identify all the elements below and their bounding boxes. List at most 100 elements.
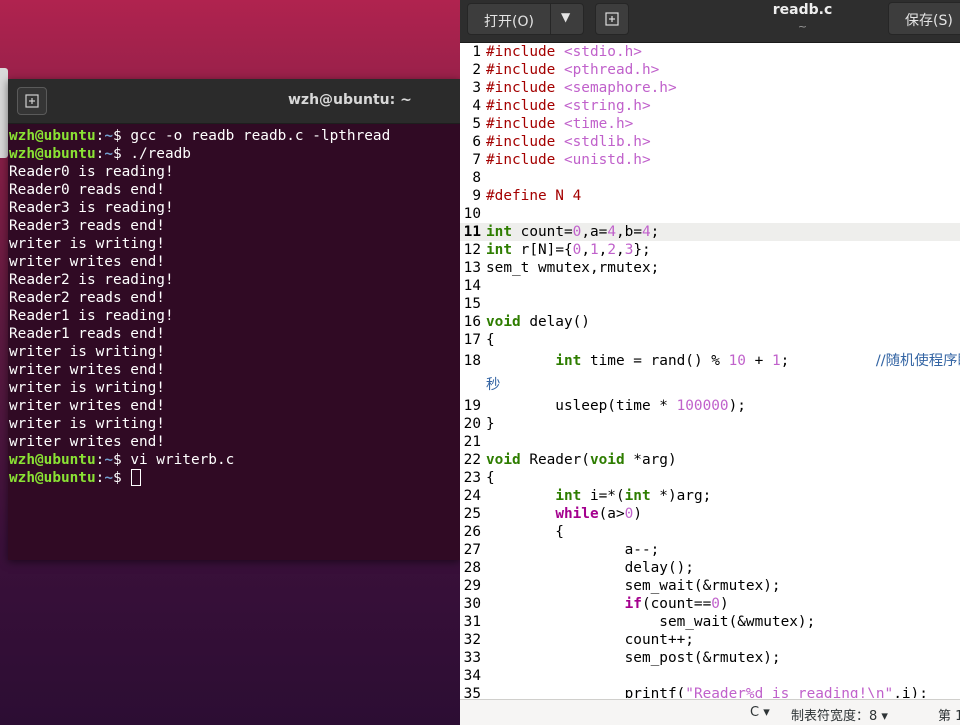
code-text: #include <semaphore.h> [486, 79, 677, 97]
line-number: 23 [463, 470, 481, 486]
line-number: 32 [463, 632, 481, 648]
line-number: 14 [463, 278, 481, 294]
line-number: 9 [472, 188, 481, 204]
code-token: #include [486, 98, 564, 114]
terminal-command: ./readb [121, 146, 191, 162]
code-line: 11 int count=0,a=4,b=4; [460, 223, 960, 241]
line-number: 20 [463, 416, 481, 432]
code-line: 29 sem_wait(&rmutex); [460, 577, 960, 595]
terminal-window: wzh@ubuntu: ~ wzh@ubuntu:~$ gcc -o readb… [8, 79, 460, 560]
code-token: sem_wait(&wmutex); [486, 614, 816, 630]
code-token: ) [719, 596, 729, 612]
save-button-label: 保存(S) [905, 13, 953, 29]
line-number: 25 [463, 506, 481, 522]
code-token: count= [512, 224, 573, 240]
code-line: 26 { [460, 523, 960, 541]
terminal-command [122, 470, 131, 486]
line-number: 16 [463, 314, 481, 330]
cursor-position[interactable]: 第 11 行 [938, 705, 960, 724]
terminal-line: Reader2 reads end! [9, 290, 165, 306]
code-token: count++; [486, 632, 694, 648]
code-token: ; [780, 353, 876, 369]
code-line: 30 if(count==0) [460, 595, 960, 613]
prompt-symbol: $ [112, 128, 122, 144]
code-token: <semaphore.h> [563, 80, 677, 96]
new-document-icon [605, 12, 619, 26]
terminal-new-tab-button[interactable] [17, 87, 47, 115]
open-menu-button[interactable]: ▼ [550, 3, 584, 35]
terminal-line: Reader2 is reading! [9, 272, 174, 288]
code-text: #define N 4 [486, 187, 581, 205]
terminal-line: Reader1 is reading! [9, 308, 174, 324]
code-token: <string.h> [563, 98, 651, 114]
desktop-window-edge [0, 68, 8, 158]
terminal-command: gcc -o readb readb.c -lpthread [121, 128, 391, 144]
code-token: Reader( [520, 452, 590, 468]
code-token: ; [650, 224, 660, 240]
code-token: int [486, 224, 512, 240]
code-text: usleep(time * 100000); [486, 397, 746, 415]
terminal-line: writer writes end! [9, 434, 165, 450]
code-line: 28 delay(); [460, 559, 960, 577]
code-text: int r[N]={0,1,2,3}; [486, 241, 651, 259]
code-text: { [486, 331, 495, 349]
code-token: }; [633, 242, 651, 258]
open-button[interactable]: 打开(O) [467, 3, 551, 35]
code-token: #define N 4 [486, 188, 582, 204]
line-number: 26 [463, 524, 481, 540]
save-button[interactable]: 保存(S) [888, 2, 960, 35]
code-line: 33 sem_post(&rmutex); [460, 649, 960, 667]
code-text: #include <stdio.h> [486, 43, 642, 61]
prompt-symbol: $ [112, 146, 122, 162]
code-line: 20} [460, 415, 960, 433]
tab-width-selector[interactable]: 制表符宽度：8 ▾ [791, 705, 888, 724]
code-text: void Reader(void *arg) [486, 451, 677, 469]
prompt-path: ~ [104, 452, 113, 468]
code-line: 4 #include <string.h> [460, 97, 960, 115]
terminal-line: Reader3 reads end! [9, 218, 165, 234]
code-text: } [486, 415, 495, 433]
code-token: usleep(time * [486, 398, 677, 414]
line-number: 27 [463, 542, 481, 558]
code-line: 34 [460, 667, 960, 685]
code-text: #include <pthread.h> [486, 61, 659, 79]
code-token: (count== [641, 596, 712, 612]
line-number: 15 [463, 296, 481, 312]
code-text: #include <unistd.h> [486, 151, 651, 169]
code-token: + [745, 353, 772, 369]
prompt-path: ~ [104, 470, 113, 486]
terminal-line: writer is writing! [9, 344, 165, 360]
code-token: *arg) [624, 452, 677, 468]
prompt-user: wzh@ubuntu [9, 128, 96, 144]
chevron-down-icon: ▼ [561, 10, 571, 24]
line-number: 17 [463, 332, 481, 348]
code-text: sem_wait(&rmutex); [486, 577, 781, 595]
document-path: ~ [797, 20, 808, 33]
code-view[interactable]: 1 #include <stdio.h> 2 #include <pthread.h>… [460, 43, 960, 698]
code-text: sem_post(&rmutex); [486, 649, 781, 667]
language-selector[interactable]: C ▾ [750, 705, 770, 720]
code-token: 2 [607, 242, 617, 258]
code-token: <time.h> [563, 116, 634, 132]
open-button-label: 打开(O) [484, 14, 534, 30]
code-line: 8 [460, 169, 960, 187]
code-text: printf("Reader%d is reading!\n",i); [486, 685, 928, 698]
line-number: 19 [463, 398, 481, 414]
code-token: int [624, 488, 651, 504]
code-line: 15 [460, 295, 960, 313]
code-token: <pthread.h> [563, 62, 660, 78]
line-number: 11 [463, 224, 481, 240]
code-line: 23 { [460, 469, 960, 487]
line-number: 12 [463, 242, 481, 258]
editor-headerbar: 打开(O) ▼ readb.c ~ 保存(S) [460, 0, 960, 43]
terminal-line: writer is writing! [9, 416, 165, 432]
line-number: 3 [472, 80, 481, 96]
code-token: *)arg; [650, 488, 712, 504]
new-document-button[interactable] [595, 3, 629, 35]
code-token: { [486, 332, 495, 348]
terminal-output[interactable]: wzh@ubuntu:~$ gcc -o readb readb.c -lpth… [8, 124, 460, 487]
terminal-line: wzh@ubuntu:~$ ./readb [9, 145, 460, 163]
